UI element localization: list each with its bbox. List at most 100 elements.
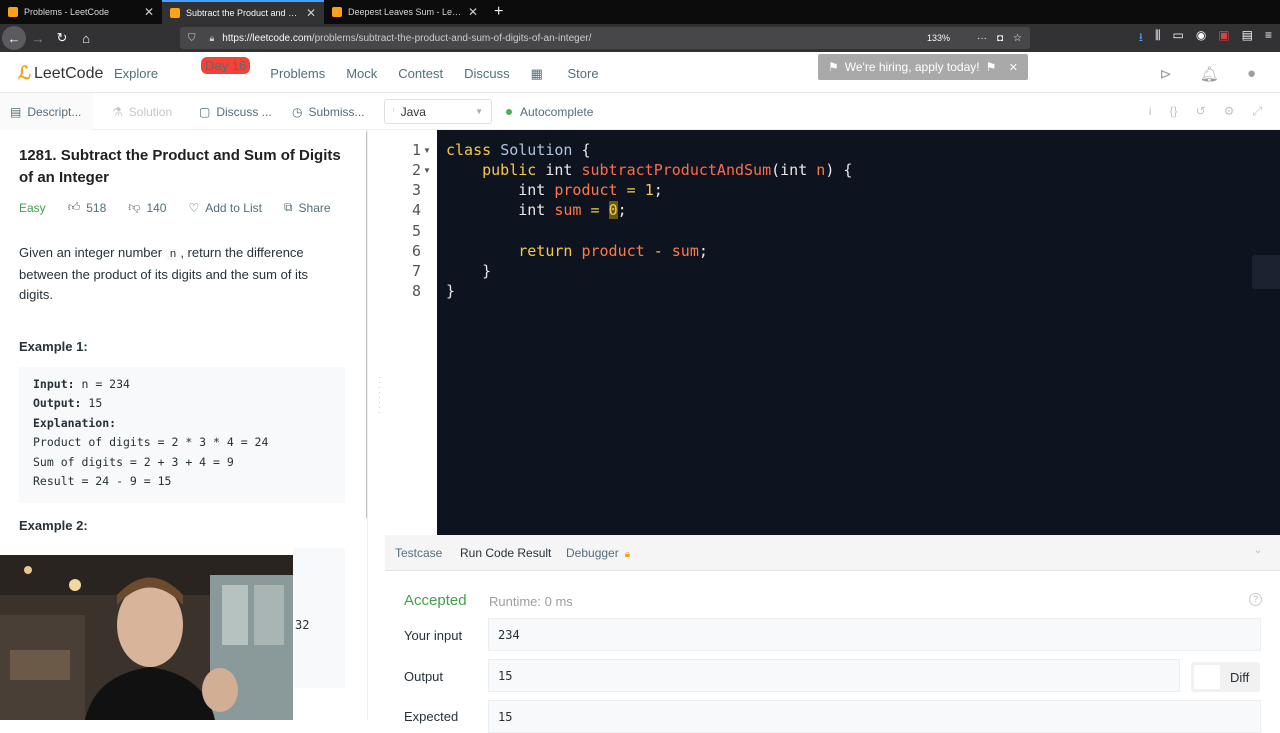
chevron-down-icon[interactable]: ⌄	[1254, 545, 1262, 556]
library-icon[interactable]: ⫼	[1155, 28, 1161, 49]
line-number: 4	[411, 201, 421, 219]
info-icon[interactable]: i	[1149, 104, 1152, 119]
code-area[interactable]: class Solution { public int subtractProd…	[437, 130, 1280, 535]
extension-icon[interactable]: ▣	[1218, 28, 1229, 49]
tab-label: Submiss...	[308, 104, 365, 119]
leetcode-favicon-icon	[8, 7, 18, 17]
fold-arrow-icon[interactable]: ▼	[423, 146, 431, 155]
side-panel-toggle[interactable]	[1252, 255, 1280, 289]
autocomplete-label: Autocomplete	[520, 104, 594, 119]
page-actions-icon[interactable]: ···	[977, 33, 987, 44]
add-to-list-button[interactable]: ♡ Add to List	[188, 201, 261, 215]
output-value: 15	[488, 659, 1180, 692]
reload-button[interactable]: ↻	[50, 26, 74, 50]
language-select[interactable]: ⁱ Java ▼	[384, 99, 492, 124]
nav-store[interactable]: ▦ Store	[531, 66, 620, 82]
nav-contest[interactable]: Contest	[398, 66, 443, 82]
avatar-icon[interactable]: ●	[1247, 65, 1256, 83]
share-button[interactable]: ⧉ Share	[284, 200, 331, 215]
back-button[interactable]: ←	[2, 26, 26, 50]
leetcode-favicon-icon	[332, 7, 342, 17]
thumbs-up-icon: 👍︎	[67, 200, 81, 214]
line-number: 2	[411, 161, 421, 179]
tab-description[interactable]: ▤ Descript...	[0, 93, 93, 130]
bookmark-star-icon[interactable]: ☆	[1013, 33, 1022, 44]
tab-submissions[interactable]: ◷ Submiss...	[292, 93, 365, 130]
line-number: 1	[411, 141, 421, 159]
home-icon[interactable]: ⌂	[74, 26, 98, 50]
menu-icon[interactable]: ≡	[1265, 28, 1272, 49]
code-editor[interactable]: 1 ▼ 2 ▼ 3 4 5 6 7 8 class Solution { publi…	[385, 130, 1280, 535]
lock-icon: 🔒︎	[624, 549, 631, 560]
nav-mock[interactable]: Mock	[346, 66, 377, 82]
tab-run-code-result[interactable]: Run Code Result	[460, 546, 551, 560]
account-icon[interactable]: ◉	[1196, 28, 1206, 49]
nav-explore[interactable]: Explore Day 16	[114, 57, 251, 82]
tab-discuss[interactable]: ▢ Discuss ...	[199, 93, 272, 130]
problem-description: Given an integer number n, return the di…	[19, 243, 339, 305]
pocket-icon[interactable]: ◘	[997, 33, 1003, 44]
fold-arrow-icon[interactable]: ▼	[423, 166, 431, 175]
playground-icon[interactable]: ⊳	[1159, 65, 1172, 83]
shield-icon[interactable]: ⛉	[188, 33, 196, 44]
close-tab-icon[interactable]: ✕	[306, 6, 316, 20]
new-tab-button[interactable]: +	[486, 0, 511, 24]
text-cursor: 0	[608, 201, 618, 219]
fullscreen-icon[interactable]: ⤢	[1252, 104, 1262, 119]
nav-discuss[interactable]: Discuss	[464, 66, 510, 82]
zoom-level[interactable]: 133%	[927, 33, 950, 43]
tab-solution[interactable]: ⚗ Solution	[112, 93, 172, 130]
panel-resize-handle[interactable]: · · · · · · · ·	[378, 374, 381, 417]
hiring-banner[interactable]: ⚑ We're hiring, apply today! ⚑ ✕	[818, 54, 1028, 80]
diff-label: Diff	[1230, 669, 1250, 685]
sidebar-icon[interactable]: ▭	[1172, 28, 1183, 49]
close-tab-icon[interactable]: ✕	[468, 5, 478, 19]
explanation-line: Sum of digits = 2 + 3 + 4 = 9	[33, 454, 234, 469]
output-label: Output	[404, 669, 444, 684]
nav-problems[interactable]: Problems	[270, 66, 325, 82]
tab-debugger[interactable]: Debugger 🔒︎	[566, 546, 630, 560]
bell-icon[interactable]: 🔔︎	[1200, 65, 1219, 83]
dislike-button[interactable]: 👎︎ 140	[128, 200, 166, 215]
output-value: 15	[81, 396, 103, 411]
result-status: Accepted	[404, 592, 467, 609]
store-icon: ▦	[530, 66, 547, 81]
explanation-line: Result = 24 - 9 = 15	[33, 474, 172, 489]
description-icon: ▤	[10, 104, 22, 119]
chevron-down-icon: ▼	[475, 107, 483, 116]
lock-icon[interactable]: 🔒︎	[210, 33, 215, 44]
url-bar[interactable]: ⛉ 🔒︎ https://leetcode.com/problems/subtr…	[180, 27, 1030, 49]
diff-toggle[interactable]: Diff	[1191, 662, 1260, 692]
browser-tab-bar: Problems - LeetCode ✕ Subtract the Produ…	[0, 0, 1280, 24]
thumbs-down-icon: 👎︎	[128, 200, 141, 214]
line-number: 5	[411, 222, 421, 240]
hiring-text: We're hiring, apply today!	[844, 60, 980, 74]
tab-label: Descript...	[27, 104, 82, 119]
toggle-switch	[1194, 665, 1220, 689]
browser-tab[interactable]: Problems - LeetCode ✕	[0, 0, 162, 24]
leetcode-logo[interactable]: ℒ LeetCode	[18, 63, 103, 84]
browser-tab-active[interactable]: Subtract the Product and Sum ✕	[162, 0, 324, 24]
settings-icon[interactable]: ⚙	[1224, 104, 1235, 119]
extension-icon[interactable]: ▤	[1242, 28, 1253, 49]
forward-button[interactable]: →	[26, 26, 50, 50]
explanation-line: Product of digits = 2 * 3 * 4 = 24	[33, 435, 269, 450]
help-icon[interactable]: ?	[1249, 593, 1262, 606]
tab-testcase[interactable]: Testcase	[395, 546, 442, 560]
scrollbar[interactable]	[366, 130, 367, 520]
add-to-list-label: Add to List	[205, 200, 262, 215]
close-tab-icon[interactable]: ✕	[144, 5, 154, 19]
difficulty-badge: Easy	[19, 200, 46, 215]
download-icon[interactable]: ⭳	[1139, 28, 1143, 49]
browser-tab[interactable]: Deepest Leaves Sum - LeetCo ✕	[324, 0, 486, 24]
close-banner-icon[interactable]: ✕	[1009, 61, 1018, 74]
tab-title: Deepest Leaves Sum - LeetCo	[348, 7, 462, 17]
braces-icon[interactable]: {}	[1170, 104, 1178, 119]
autocomplete-toggle[interactable]: Autocomplete	[506, 93, 593, 130]
like-button[interactable]: 👍︎ 518	[68, 200, 107, 215]
desc-text: Given an integer number	[19, 245, 166, 260]
heart-icon: ♡	[188, 200, 200, 215]
reset-icon[interactable]: ↺	[1196, 104, 1206, 119]
code-line: return product - sum;	[518, 242, 708, 260]
example-heading: Example 2:	[19, 518, 88, 533]
